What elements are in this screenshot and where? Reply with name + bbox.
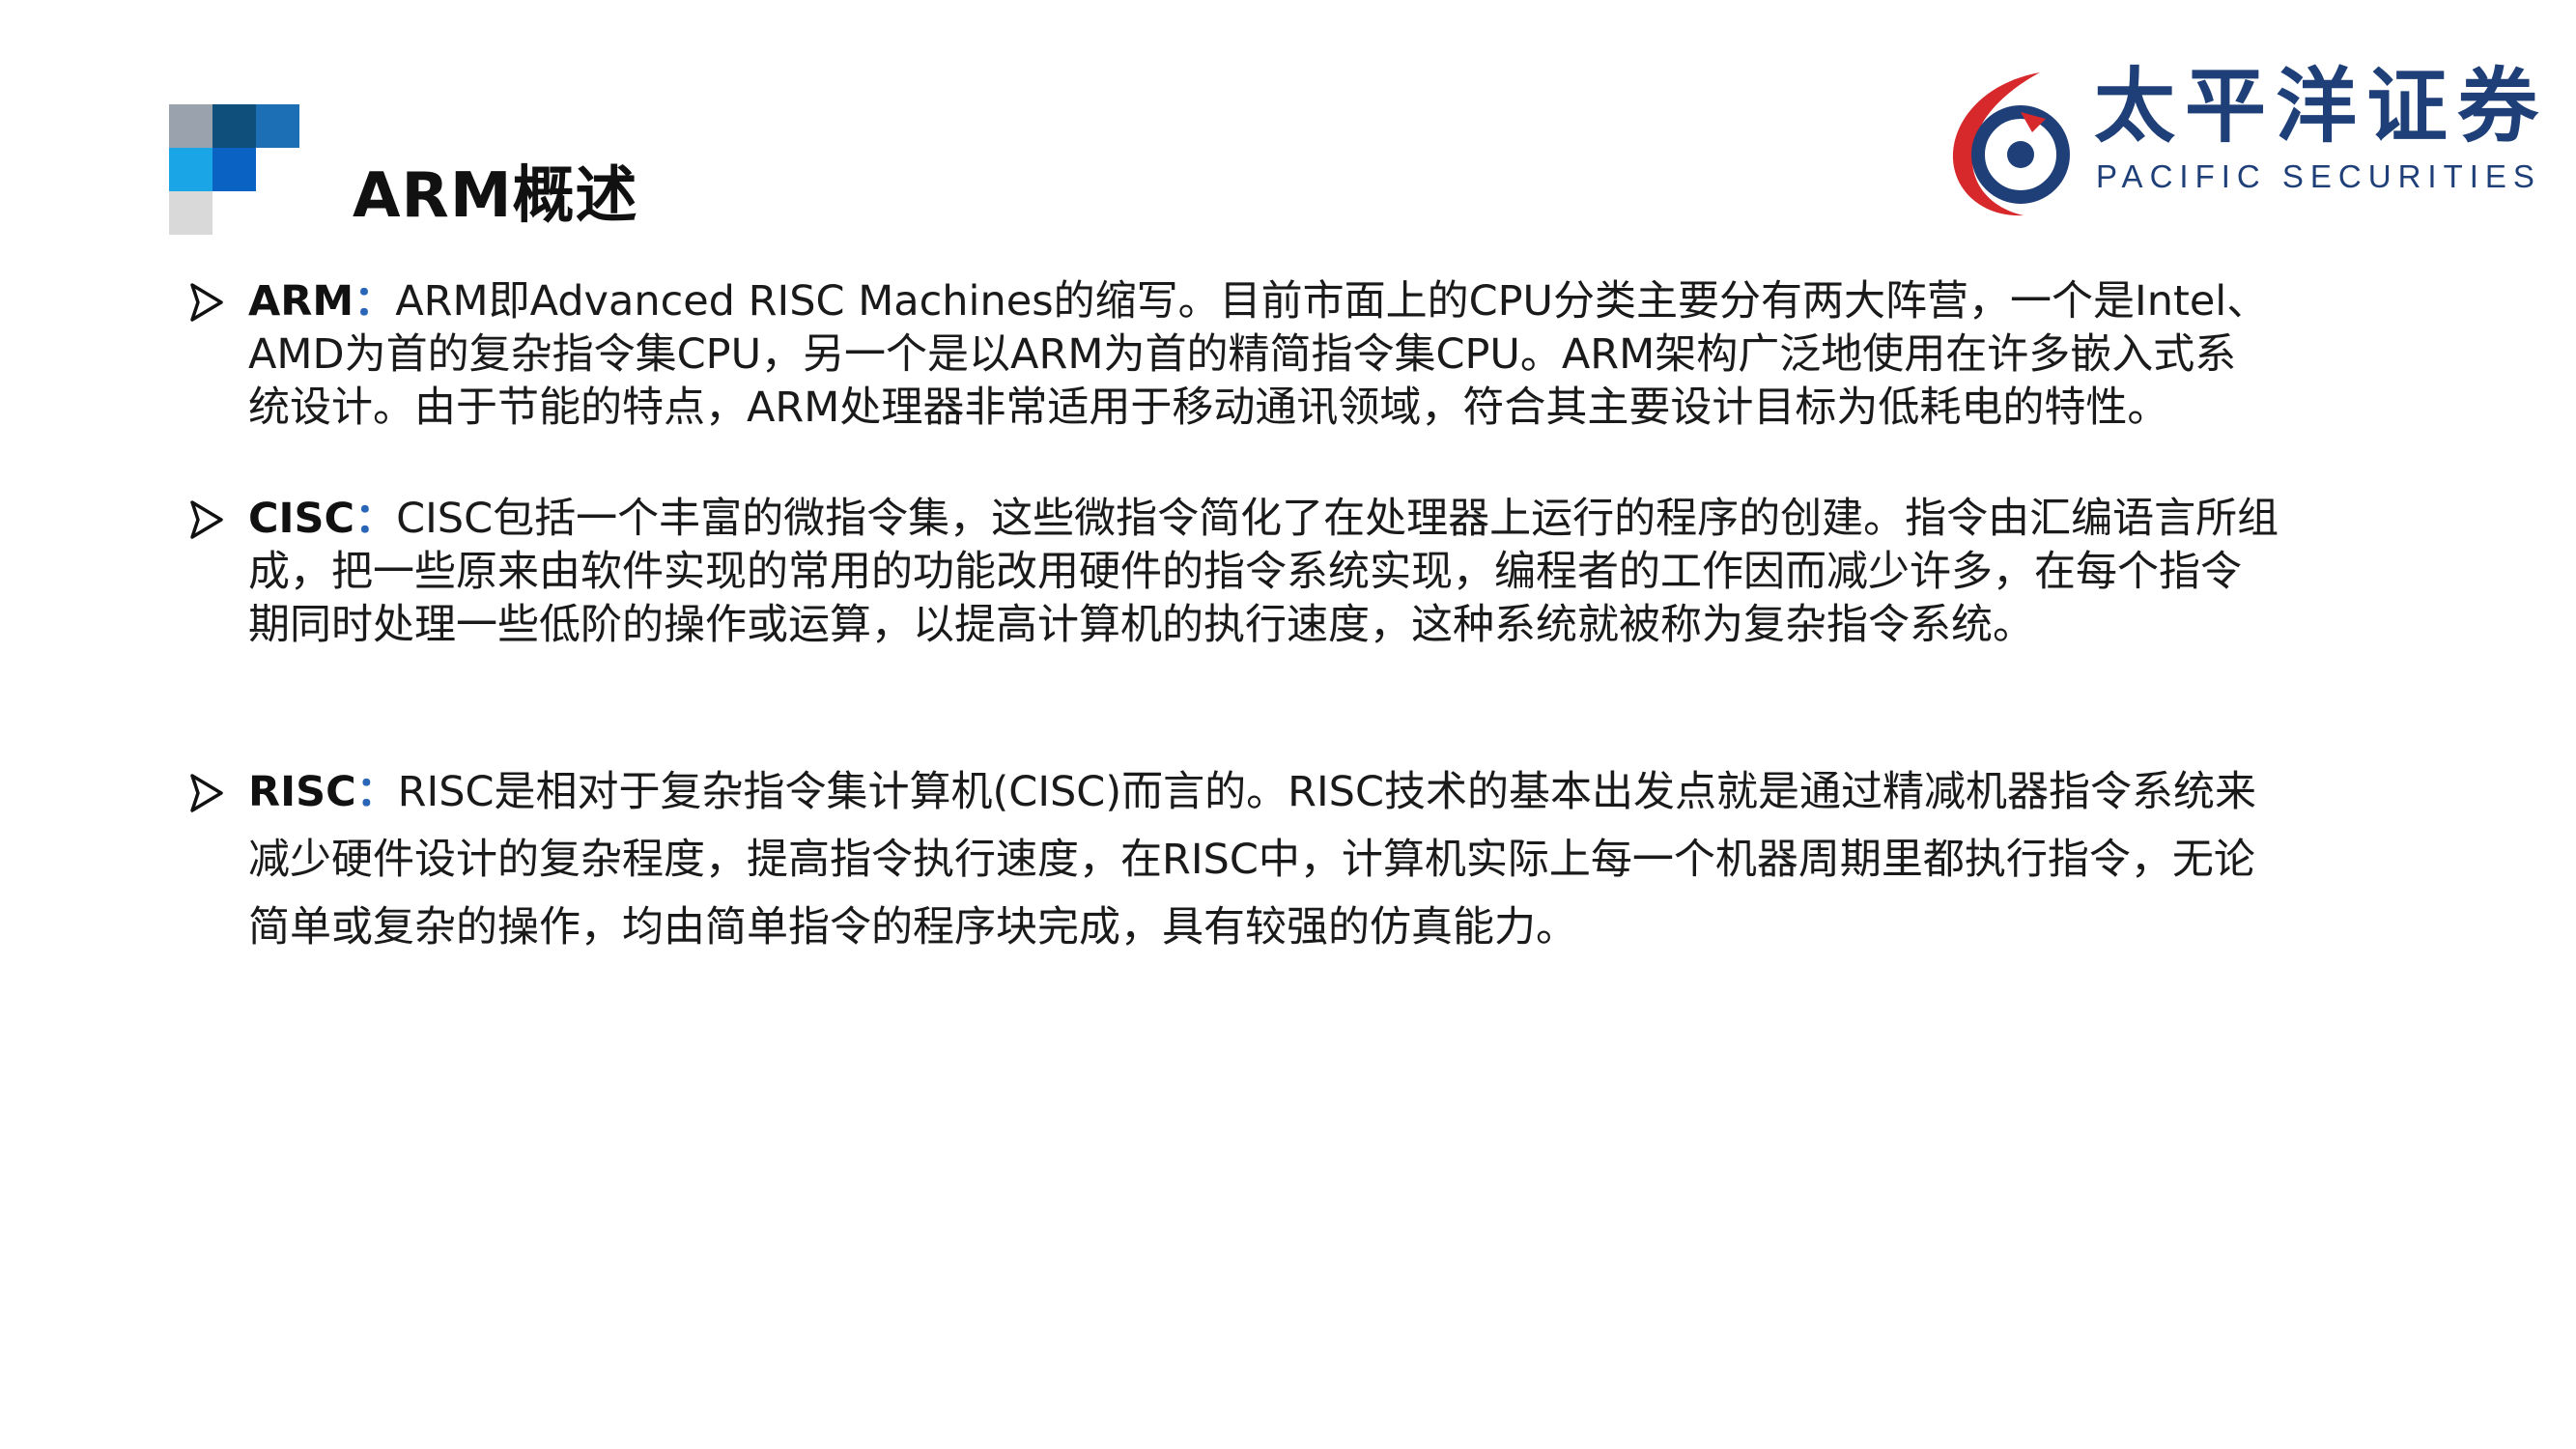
bullet-text: RISC：RISC是相对于复杂指令集计算机(CISC)而言的。RISC技术的基本… [248, 758, 2371, 961]
bullet-item-arm: ARM：ARM即Advanced RISC Machines的缩写。目前市面上的… [188, 275, 2371, 435]
bullet-text: ARM：ARM即Advanced RISC Machines的缩写。目前市面上的… [248, 275, 2371, 435]
logo-english-name: PACIFIC SECURITIES [2096, 158, 2541, 194]
deco-square-dark-blue [212, 104, 256, 148]
arrow-bullet-icon [190, 774, 223, 812]
bullet-item-cisc: CISC：CISC包括一个丰富的微指令集，这些微指令简化了在处理器上运行的程序的… [188, 493, 2371, 652]
bullet-term: ARM [248, 277, 354, 326]
bullet-list: ARM：ARM即Advanced RISC Machines的缩写。目前市面上的… [188, 275, 2371, 961]
pacific-securities-emblem-icon [1952, 72, 2070, 216]
bullet-separator: ： [354, 495, 397, 543]
deco-square-mid-blue [212, 148, 256, 191]
deco-square-blue [256, 104, 299, 148]
logo-chinese-name: 太平洋证券 [2094, 59, 2549, 154]
bullet-body: RISC是相对于复杂指令集计算机(CISC)而言的。RISC技术的基本出发点就是… [248, 768, 2256, 952]
company-logo: 太平洋证券 PACIFIC SECURITIES [1932, 58, 2538, 222]
bullet-separator: ： [354, 277, 396, 326]
bullet-body: ARM即Advanced RISC Machines的缩写。目前市面上的CPU分… [248, 277, 2269, 432]
deco-square-gray [169, 104, 212, 148]
bullet-separator: ： [355, 768, 398, 816]
deco-square-light-gray [169, 191, 212, 235]
bullet-body: CISC包括一个丰富的微指令集，这些微指令简化了在处理器上运行的程序的创建。指令… [248, 495, 2279, 649]
bullet-term: RISC [248, 768, 356, 816]
arrow-bullet-icon [190, 500, 223, 539]
page-title: ARM概述 [353, 159, 638, 232]
bullet-term: CISC [248, 495, 355, 543]
arrow-bullet-icon [190, 283, 223, 322]
bullet-item-risc: RISC：RISC是相对于复杂指令集计算机(CISC)而言的。RISC技术的基本… [188, 758, 2371, 961]
bullet-text: CISC：CISC包括一个丰富的微指令集，这些微指令简化了在处理器上运行的程序的… [248, 493, 2371, 652]
corner-decoration [0, 0, 309, 251]
deco-square-cyan [169, 148, 212, 191]
